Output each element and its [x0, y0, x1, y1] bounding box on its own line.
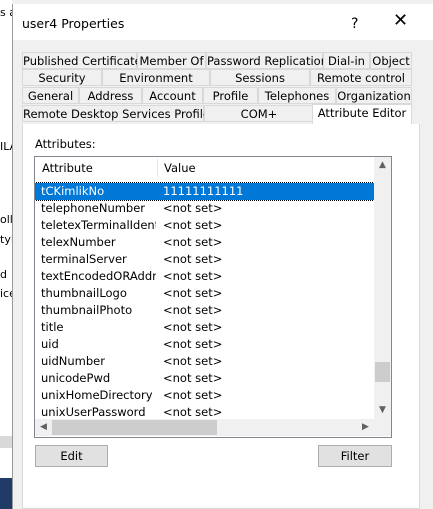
title-bar[interactable]: user4 Properties ? ✕: [13, 4, 433, 40]
dialog-title: user4 Properties: [22, 16, 125, 31]
table-row[interactable]: unicodePwd <not set>: [35, 370, 374, 387]
attributes-list[interactable]: Attribute Value tCKimlikNo 11111111111 t…: [34, 156, 392, 438]
tab-com-plus[interactable]: COM+: [204, 105, 314, 122]
table-row[interactable]: thumbnailLogo <not set>: [35, 285, 374, 302]
attribute-value: <not set>: [163, 354, 223, 368]
tab-member-of[interactable]: Member Of: [137, 52, 206, 69]
tab-profile[interactable]: Profile: [203, 87, 258, 104]
properties-dialog: user4 Properties ? ✕ Published Certifica…: [12, 4, 433, 509]
list-header: Attribute Value: [35, 157, 374, 179]
scroll-right-icon[interactable]: ▶: [357, 419, 374, 436]
table-row[interactable]: tCKimlikNo 11111111111: [35, 182, 375, 201]
tab-password-replication[interactable]: Password Replication: [206, 52, 328, 69]
table-row[interactable]: telexNumber <not set>: [35, 234, 374, 251]
scroll-down-icon[interactable]: ▼: [374, 402, 391, 419]
tab-telephones[interactable]: Telephones: [258, 87, 336, 104]
tab-remote-desktop-services-profile[interactable]: Remote Desktop Services Profile: [22, 105, 210, 122]
attribute-value: <not set>: [163, 320, 223, 334]
tab-account[interactable]: Account: [142, 87, 203, 104]
scroll-up-icon[interactable]: ▲: [374, 157, 391, 174]
background-text: d: [0, 268, 7, 281]
help-button[interactable]: ?: [351, 16, 358, 32]
background-scroll: [0, 436, 12, 448]
attributes-label: Attributes:: [35, 137, 96, 151]
vertical-scrollbar[interactable]: ▲ ▼: [374, 157, 391, 419]
attribute-name: uidNumber: [41, 354, 105, 368]
attribute-name: unicodePwd: [41, 371, 111, 385]
attribute-value: <not set>: [163, 286, 223, 300]
attribute-value: <not set>: [163, 201, 223, 215]
filter-button[interactable]: Filter: [318, 445, 392, 467]
attribute-value: <not set>: [163, 371, 223, 385]
table-row[interactable]: uidNumber <not set>: [35, 353, 374, 370]
table-row[interactable]: telephoneNumber <not set>: [35, 200, 374, 217]
attribute-value: <not set>: [163, 388, 223, 402]
attribute-name: teletexTerminalIdentifier: [41, 218, 156, 232]
column-header-attribute[interactable]: Attribute: [35, 157, 157, 179]
tab-security[interactable]: Security: [22, 69, 102, 86]
table-row[interactable]: unixHomeDirectory <not set>: [35, 387, 374, 404]
scroll-left-icon[interactable]: ◀: [35, 419, 52, 436]
attribute-name: telexNumber: [41, 235, 116, 249]
attribute-value: <not set>: [163, 269, 223, 283]
horizontal-scrollbar[interactable]: ◀ ▶: [35, 419, 374, 436]
table-row[interactable]: teletexTerminalIdentifier <not set>: [35, 217, 374, 234]
table-row[interactable]: uid <not set>: [35, 336, 374, 353]
attribute-value: <not set>: [163, 337, 223, 351]
tab-general[interactable]: General: [22, 87, 79, 104]
tab-object[interactable]: Object: [370, 52, 412, 69]
horizontal-scroll-thumb[interactable]: [52, 420, 217, 435]
attribute-name: telephoneNumber: [41, 201, 146, 215]
tab-remote-control[interactable]: Remote control: [310, 69, 412, 86]
scrollbar-corner: [374, 419, 391, 436]
table-row[interactable]: terminalServer <not set>: [35, 251, 374, 268]
tab-environment[interactable]: Environment: [102, 69, 210, 86]
tab-published-certificates[interactable]: Published Certificates: [22, 52, 148, 69]
tab-organization[interactable]: Organization: [336, 87, 412, 104]
attribute-value: 11111111111: [163, 184, 244, 198]
vertical-scroll-thumb[interactable]: [375, 362, 390, 382]
attribute-name: tCKimlikNo: [41, 184, 105, 198]
background-text: oll: [0, 213, 13, 226]
column-header-value[interactable]: Value: [157, 157, 374, 179]
edit-button[interactable]: Edit: [35, 445, 108, 467]
attribute-name: uid: [41, 337, 59, 351]
attribute-value: <not set>: [163, 252, 223, 266]
tab-sessions[interactable]: Sessions: [210, 69, 310, 86]
tab-address[interactable]: Address: [79, 87, 142, 104]
attribute-name: terminalServer: [41, 252, 127, 266]
close-button[interactable]: ✕: [393, 12, 408, 30]
attribute-name: textEncodedORAddress: [41, 269, 156, 283]
attribute-value: <not set>: [163, 235, 223, 249]
attribute-name: thumbnailLogo: [41, 286, 127, 300]
tab-dial-in[interactable]: Dial-in: [323, 52, 370, 69]
attribute-value: <not set>: [163, 303, 223, 317]
tab-attribute-editor[interactable]: Attribute Editor: [312, 104, 412, 125]
attribute-name: title: [41, 320, 64, 334]
background-window: s a ILA oll tyP d ice: [0, 0, 17, 509]
attribute-name: unixHomeDirectory: [41, 388, 153, 402]
attribute-name: thumbnailPhoto: [41, 303, 133, 317]
attribute-value: <not set>: [163, 218, 223, 232]
table-row[interactable]: thumbnailPhoto <not set>: [35, 302, 374, 319]
table-row[interactable]: textEncodedORAddress <not set>: [35, 268, 374, 285]
table-row[interactable]: title <not set>: [35, 319, 374, 336]
